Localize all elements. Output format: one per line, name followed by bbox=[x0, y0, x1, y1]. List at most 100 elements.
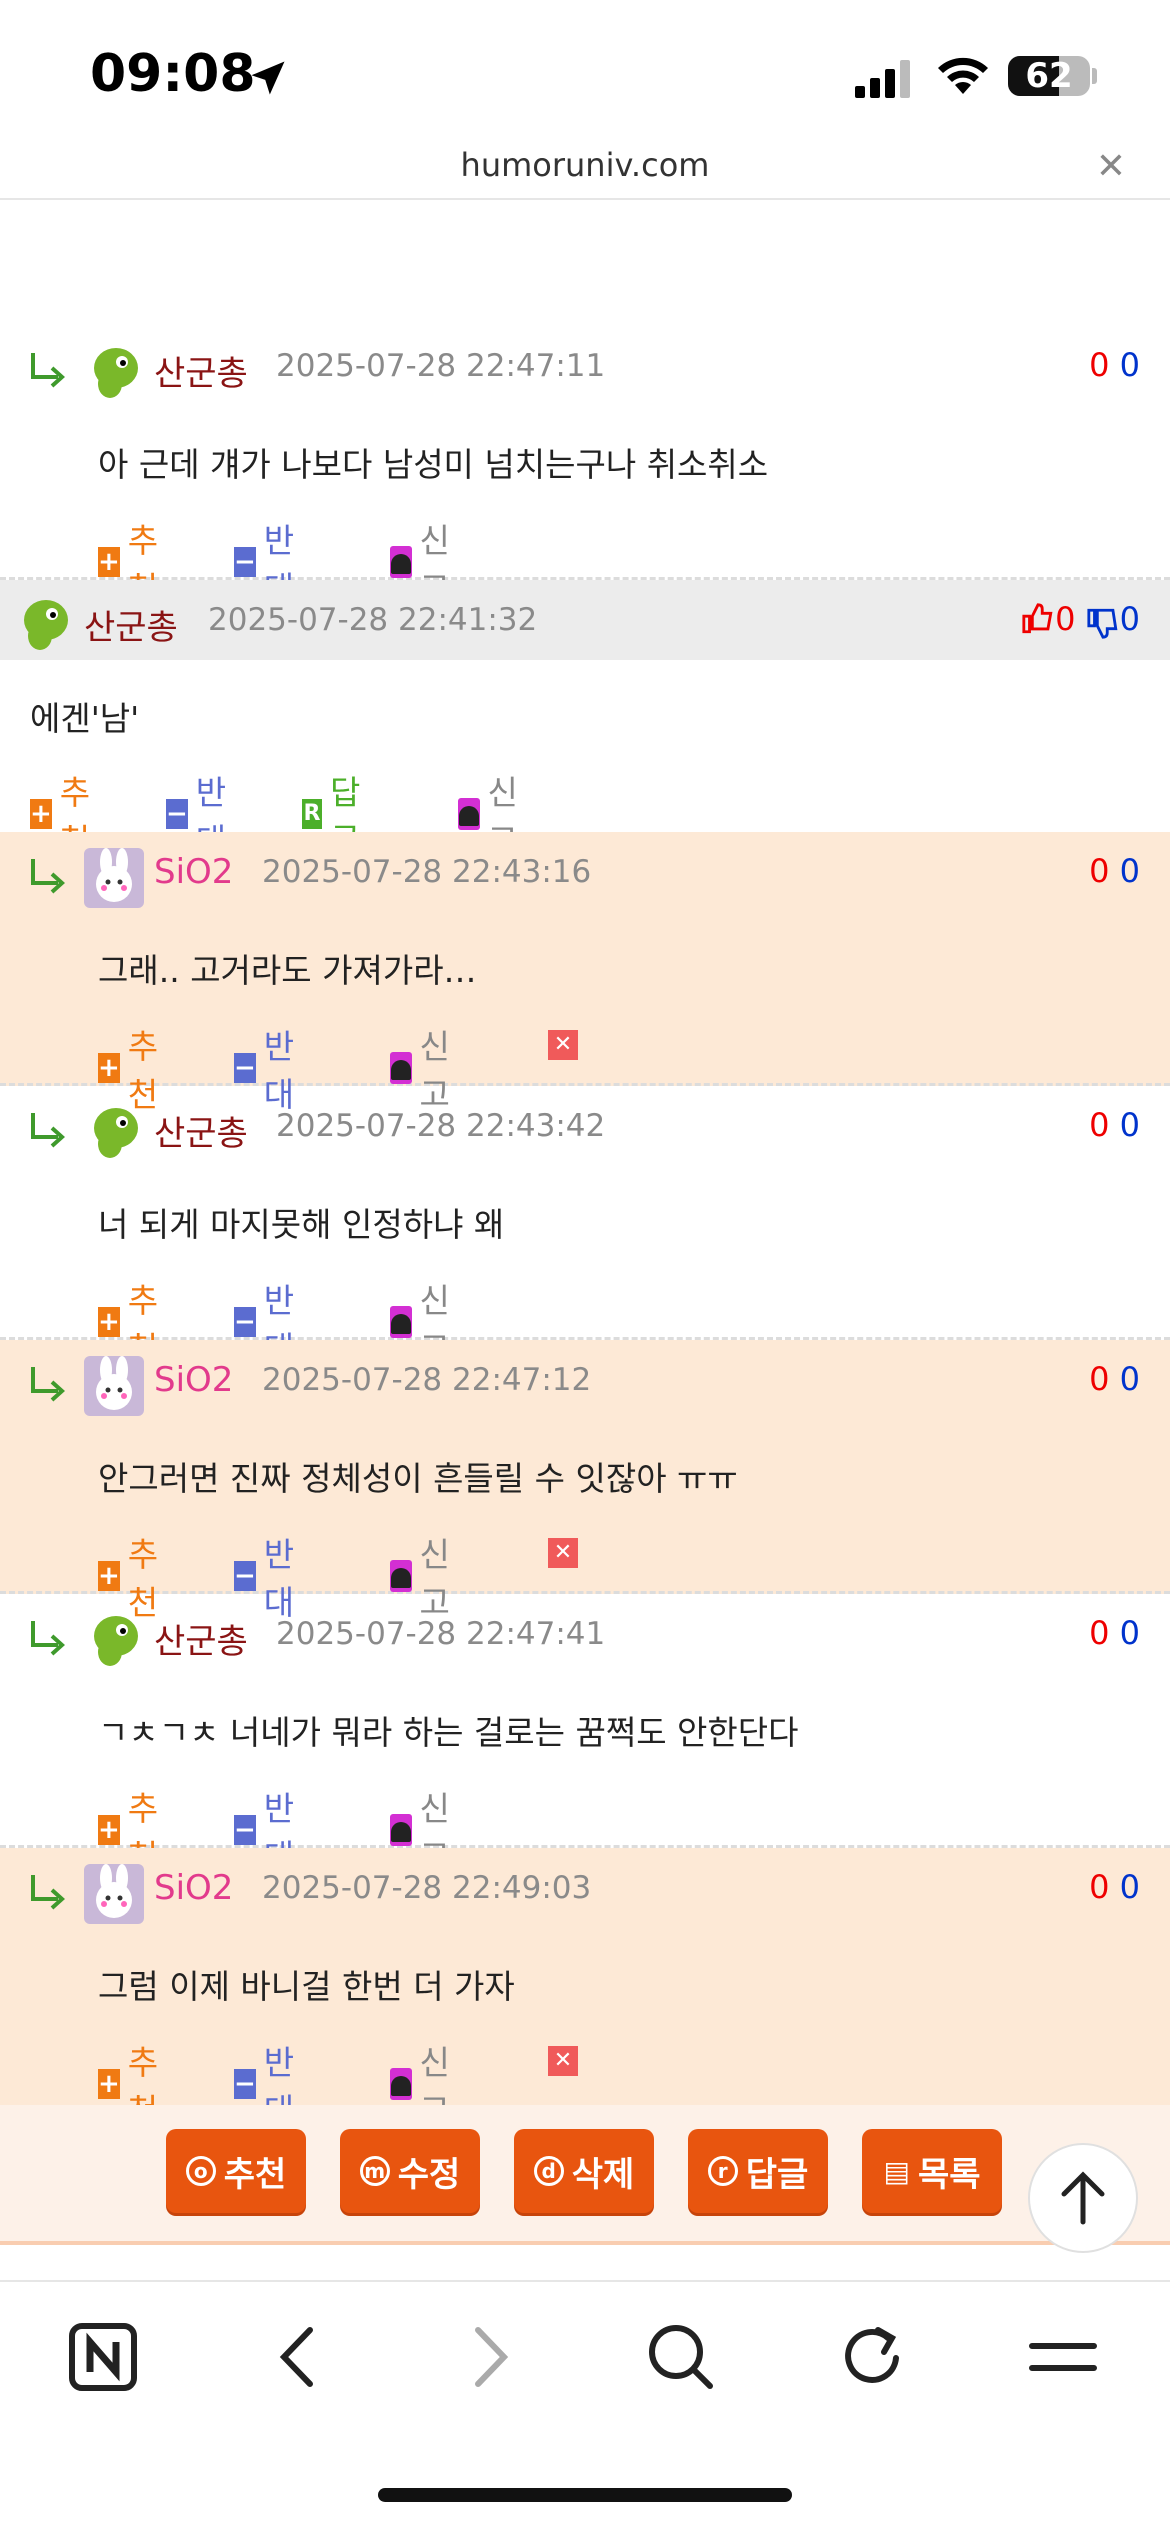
avatar[interactable] bbox=[84, 1610, 144, 1670]
minus-icon: − bbox=[166, 799, 188, 829]
forward-icon[interactable] bbox=[466, 2322, 516, 2392]
comment-text: 그럼 이제 바니걸 한번 더 가자 bbox=[98, 1967, 515, 2006]
comment-date: 2025-07-28 22:43:16 bbox=[262, 854, 592, 890]
list-icon: ▤ bbox=[883, 2154, 910, 2188]
reply-arrow-icon bbox=[31, 353, 65, 388]
comment-nickname[interactable]: 산군총 bbox=[154, 1106, 248, 1155]
comment-text: 너 되게 마지못해 인정하냐 왜 bbox=[98, 1205, 505, 1244]
delete-comment-button[interactable]: ✕ bbox=[548, 1030, 578, 1060]
wifi-icon bbox=[938, 57, 988, 94]
url-domain[interactable]: humoruniv.com bbox=[0, 146, 1170, 184]
reply-arrow-icon bbox=[31, 1875, 65, 1910]
delete-comment-button[interactable]: ✕ bbox=[548, 1538, 578, 1568]
siren-icon bbox=[390, 1560, 412, 1592]
location-arrow-icon bbox=[251, 61, 285, 95]
comment-nickname[interactable]: SiO2 bbox=[154, 1868, 233, 1908]
reply-arrow-icon bbox=[31, 859, 65, 894]
plus-icon: + bbox=[98, 547, 120, 577]
siren-icon bbox=[390, 292, 412, 324]
list-button[interactable]: ▤ 목록 bbox=[862, 2129, 1002, 2213]
back-icon[interactable] bbox=[272, 2322, 322, 2392]
status-bar: 09:08 62 bbox=[0, 0, 1170, 140]
plus-icon: + bbox=[98, 293, 120, 323]
minus-icon: − bbox=[234, 1053, 256, 1083]
comment-item: SiO2 2025-07-28 22:43:16 0 0 그래.. 고거라도 가… bbox=[0, 832, 1170, 1114]
reply-arrow-icon bbox=[31, 1621, 65, 1656]
thumbs-down-icon[interactable] bbox=[1086, 606, 1120, 640]
edit-post-button[interactable]: m 수정 bbox=[340, 2129, 480, 2213]
plus-icon: + bbox=[98, 2069, 120, 2099]
refresh-icon[interactable] bbox=[838, 2322, 908, 2392]
comment-item: 산군총 2025-07-28 22:43:42 0 0 너 되게 마지못해 인정… bbox=[0, 1086, 1170, 1368]
battery-level: 62 bbox=[1025, 56, 1073, 96]
post-action-bar: o 추천 m 수정 d 삭제 r 답글 ▤ 목록 bbox=[0, 2105, 1170, 2245]
comment-date: 2025-07-28 22:41:32 bbox=[208, 602, 538, 638]
menu-icon[interactable] bbox=[1028, 2322, 1098, 2392]
avatar[interactable] bbox=[84, 848, 144, 908]
url-bar[interactable]: humoruniv.com ✕ bbox=[0, 140, 1170, 200]
m-circle-icon: m bbox=[359, 2156, 390, 2186]
o-circle-icon: o bbox=[185, 2156, 216, 2186]
comment-text: 그래.. 고거라도 가져가라… bbox=[98, 951, 477, 990]
delete-post-button[interactable]: d 삭제 bbox=[514, 2129, 654, 2213]
comment-nickname[interactable]: 산군총 bbox=[154, 1614, 248, 1663]
vote-counts: 0 0 bbox=[1089, 852, 1140, 890]
comment-item: SiO2 2025-07-28 22:47:12 0 0 안그러면 진짜 정체성… bbox=[0, 1340, 1170, 1622]
battery-icon: 62 bbox=[1008, 56, 1090, 96]
comment-date: 2025-07-28 22:43:42 bbox=[276, 1108, 606, 1144]
comment-nickname[interactable]: SiO2 bbox=[154, 852, 233, 892]
close-icon[interactable]: ✕ bbox=[1096, 146, 1126, 187]
plus-icon: + bbox=[98, 1561, 120, 1591]
plus-icon: + bbox=[98, 1053, 120, 1083]
comment-item: 산군총 2025-07-28 22:47:41 0 0 ㄱㅊㄱㅊ 너네가 뭐라 … bbox=[0, 1594, 1170, 1876]
comment-nickname[interactable]: 산군총 bbox=[154, 346, 248, 395]
siren-icon bbox=[390, 1306, 412, 1338]
comment-item: 산군총 2025-07-28 22:41:32 0 0 에겐'남' +추천 −반… bbox=[0, 580, 1170, 860]
r-circle-icon: r bbox=[707, 2156, 738, 2186]
siren-icon bbox=[458, 798, 480, 830]
naver-home-icon[interactable] bbox=[68, 2322, 138, 2392]
delete-comment-button[interactable]: ✕ bbox=[548, 2046, 578, 2076]
plus-icon: + bbox=[98, 1815, 120, 1845]
vote-counts: 0 0 bbox=[1089, 1614, 1140, 1652]
reply-post-button[interactable]: r 답글 bbox=[688, 2129, 828, 2213]
close-icon: ✕ bbox=[548, 1538, 578, 1568]
reply-arrow-icon bbox=[31, 1367, 65, 1402]
minus-icon: − bbox=[234, 1307, 256, 1337]
avatar[interactable] bbox=[84, 342, 144, 402]
arrow-up-icon bbox=[1061, 2171, 1105, 2225]
clock: 09:08 bbox=[90, 44, 256, 104]
comment-item: SiO2 2025-07-28 22:49:03 0 0 그럼 이제 바니걸 한… bbox=[0, 1848, 1170, 2130]
plus-icon: + bbox=[30, 799, 52, 829]
d-circle-icon: d bbox=[533, 2156, 564, 2186]
vote-counts: 0 0 bbox=[1089, 1106, 1140, 1144]
comment-nickname[interactable]: 산군총 bbox=[84, 600, 178, 649]
avatar[interactable] bbox=[14, 594, 74, 654]
comment-item: 산군총 2025-07-28 22:47:11 0 0 아 근데 걔가 나보다 … bbox=[0, 326, 1170, 608]
avatar[interactable] bbox=[84, 1864, 144, 1924]
comment-nickname[interactable]: SiO2 bbox=[154, 1360, 233, 1400]
comment-text: 아 근데 걔가 나보다 남성미 넘치는구나 취소취소 bbox=[98, 445, 769, 484]
comment-date: 2025-07-28 22:47:12 bbox=[262, 1362, 592, 1398]
minus-icon: − bbox=[234, 1815, 256, 1845]
recommend-post-button[interactable]: o 추천 bbox=[166, 2129, 306, 2213]
comment-date: 2025-07-28 22:47:41 bbox=[276, 1616, 606, 1652]
avatar[interactable] bbox=[84, 1102, 144, 1162]
cellular-signal-icon bbox=[855, 60, 910, 98]
thumbs-up-icon[interactable] bbox=[1021, 602, 1055, 636]
reply-arrow-icon bbox=[31, 1113, 65, 1148]
minus-icon: − bbox=[234, 547, 256, 577]
vote-counts: 0 0 bbox=[1021, 600, 1140, 640]
avatar[interactable] bbox=[84, 1356, 144, 1416]
comment-text: ㄱㅊㄱㅊ 너네가 뭐라 하는 걸로는 꿈쩍도 안한단다 bbox=[98, 1713, 799, 1752]
comment-date: 2025-07-28 22:49:03 bbox=[262, 1870, 592, 1906]
minus-icon: − bbox=[234, 1561, 256, 1591]
siren-icon bbox=[390, 1814, 412, 1846]
plus-icon: + bbox=[98, 1307, 120, 1337]
comment-date: 2025-07-28 22:47:11 bbox=[276, 348, 606, 384]
minus-icon: − bbox=[234, 2069, 256, 2099]
comment-text: 안그러면 진짜 정체성이 흔들릴 수 잇잖아 ㅠㅠ bbox=[98, 1459, 738, 1498]
search-icon[interactable] bbox=[646, 2322, 716, 2392]
close-icon: ✕ bbox=[548, 2046, 578, 2076]
scroll-to-top-button[interactable] bbox=[1028, 2143, 1138, 2253]
